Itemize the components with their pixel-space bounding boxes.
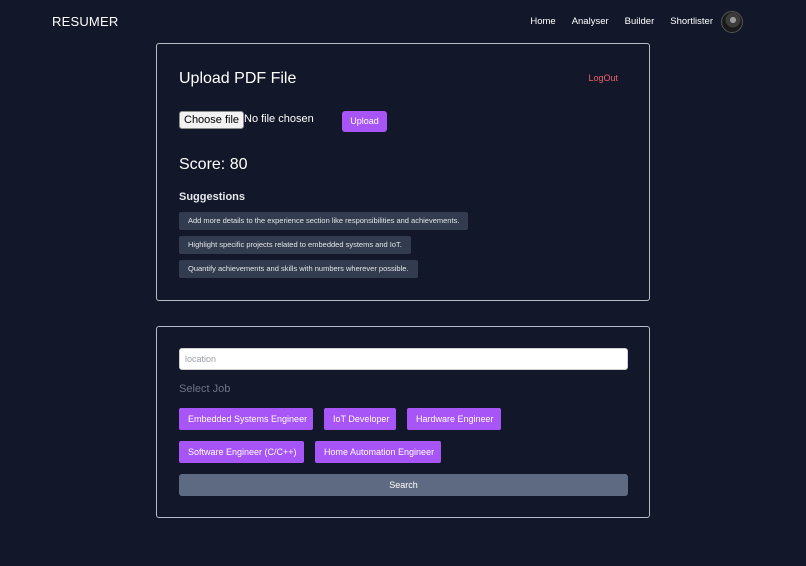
job-search-card: Select Job Embedded Systems Engineer IoT… [156, 326, 650, 518]
suggestion-item: Highlight specific projects related to e… [179, 236, 411, 254]
job-option-hardware-engineer[interactable]: Hardware Engineer [407, 408, 501, 430]
nav-links: Home Analyser Builder Shortlister [514, 16, 713, 27]
upload-title: Upload PDF File [179, 70, 297, 87]
nav-link-home[interactable]: Home [530, 16, 555, 27]
location-input[interactable] [179, 348, 628, 370]
upload-button[interactable]: Upload [342, 111, 387, 132]
job-option-software-engineer[interactable]: Software Engineer (C/C++) [179, 441, 304, 463]
suggestion-item: Quantify achievements and skills with nu… [179, 260, 418, 278]
upload-card: Upload PDF File LogOut Choose file No fi… [156, 43, 650, 301]
job-option-iot-developer[interactable]: IoT Developer [324, 408, 396, 430]
choose-file-button[interactable]: Choose file [179, 111, 245, 129]
score-text: Score: 80 [179, 156, 248, 173]
user-avatar[interactable] [721, 11, 743, 33]
file-status-text: No file chosen [244, 113, 314, 125]
brand-logo[interactable]: RESUMER [52, 14, 118, 29]
top-navbar: RESUMER Home Analyser Builder Shortliste… [0, 0, 806, 44]
job-option-embedded-systems-engineer[interactable]: Embedded Systems Engineer [179, 408, 313, 430]
nav-link-analyser[interactable]: Analyser [572, 16, 609, 27]
nav-link-shortlister[interactable]: Shortlister [670, 16, 713, 27]
search-button[interactable]: Search [179, 474, 628, 496]
job-option-home-automation-engineer[interactable]: Home Automation Engineer [315, 441, 441, 463]
suggestion-item: Add more details to the experience secti… [179, 212, 469, 230]
select-job-label: Select Job [179, 383, 231, 395]
suggestions-heading: Suggestions [179, 191, 246, 203]
nav-link-builder[interactable]: Builder [625, 16, 655, 27]
logout-link[interactable]: LogOut [588, 73, 618, 83]
